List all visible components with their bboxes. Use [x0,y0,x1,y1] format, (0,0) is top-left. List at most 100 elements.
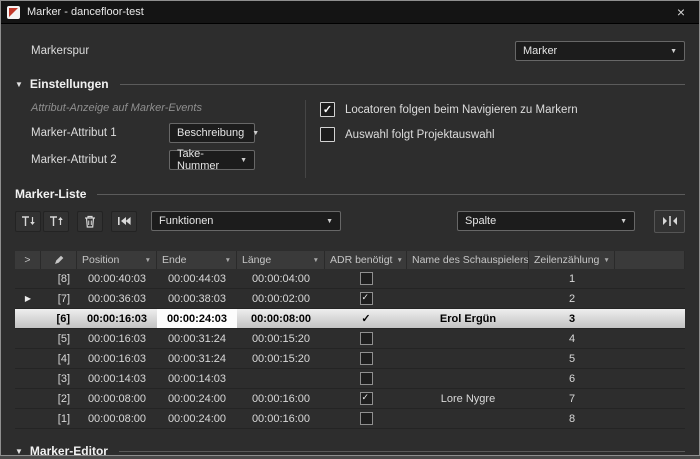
adr-cell[interactable] [325,269,407,288]
laenge-cell[interactable]: 00:00:16:00 [237,389,325,408]
zeilen-cell[interactable]: 4 [529,329,615,348]
laenge-cell[interactable] [237,369,325,388]
name-cell[interactable] [407,269,529,288]
name-cell[interactable] [407,329,529,348]
adr-cell[interactable]: ✓ [325,309,407,328]
adr-checkbox[interactable] [360,392,373,405]
position-cell[interactable]: 00:00:08:00 [77,409,157,428]
zeilen-cell[interactable]: 2 [529,289,615,308]
marker-id-cell[interactable]: [2] [41,389,77,408]
ende-cell[interactable]: 00:00:44:03 [157,269,237,288]
adr-cell[interactable] [325,369,407,388]
sync-selection-button[interactable] [654,210,685,233]
attr2-dropdown[interactable]: Take-Nummer ▼ [169,150,255,170]
add-marker-button[interactable] [15,211,41,232]
column-zeilen[interactable]: Zeilenzählung ▼ [529,251,615,269]
ende-cell[interactable]: 00:00:24:00 [157,389,237,408]
zeilen-cell[interactable]: 5 [529,349,615,368]
locate-marker-button[interactable] [111,211,137,232]
filter-icon[interactable]: ▼ [141,257,151,264]
spalte-dropdown[interactable]: Spalte ▼ [457,211,635,231]
table-row[interactable]: [5]00:00:16:0300:00:31:2400:00:15:20 4 [15,329,685,349]
column-active[interactable]: > [15,251,41,269]
laenge-cell[interactable]: 00:00:15:20 [237,349,325,368]
name-cell[interactable] [407,289,529,308]
position-cell[interactable]: 00:00:16:03 [77,329,157,348]
marker-id-cell[interactable]: [5] [41,329,77,348]
ende-cell[interactable]: 00:00:14:03 [157,369,237,388]
adr-cell[interactable] [325,389,407,408]
adr-checkbox[interactable] [360,352,373,365]
locatoren-checkbox[interactable] [320,102,335,117]
adr-checkbox[interactable] [360,372,373,385]
einstellungen-header[interactable]: ▼ Einstellungen [15,76,685,92]
table-row[interactable]: [2]00:00:08:0000:00:24:0000:00:16:00 Lore… [15,389,685,409]
marker-id-cell[interactable]: [1] [41,409,77,428]
position-cell[interactable]: 00:00:40:03 [77,269,157,288]
ende-cell[interactable]: 00:00:38:03 [157,289,237,308]
zeilen-cell[interactable]: 6 [529,369,615,388]
ende-cell[interactable]: 00:00:24:00 [157,409,237,428]
adr-cell[interactable] [325,329,407,348]
table-row[interactable]: [3]00:00:14:0300:00:14:036 [15,369,685,389]
ende-cell[interactable]: 00:00:24:03 [157,309,237,328]
name-cell[interactable]: Erol Ergün [407,309,529,328]
marker-id-cell[interactable]: [8] [41,269,77,288]
title-bar[interactable]: Marker - dancefloor-test × [1,1,699,24]
auswahl-option-row[interactable]: Auswahl folgt Projektauswahl [320,127,685,142]
add-cycle-marker-button[interactable] [43,211,69,232]
column-laenge[interactable]: Länge ▼ [237,251,325,269]
position-cell[interactable]: 00:00:16:03 [77,309,157,328]
delete-marker-button[interactable] [77,211,103,232]
laenge-cell[interactable]: 00:00:04:00 [237,269,325,288]
laenge-cell[interactable]: 00:00:08:00 [237,309,325,328]
adr-checkbox[interactable] [360,292,373,305]
column-ende[interactable]: Ende ▼ [157,251,237,269]
laenge-cell[interactable]: 00:00:02:00 [237,289,325,308]
adr-cell[interactable] [325,289,407,308]
table-row[interactable]: [4]00:00:16:0300:00:31:2400:00:15:205 [15,349,685,369]
name-cell[interactable] [407,369,529,388]
position-cell[interactable]: 00:00:36:03 [77,289,157,308]
column-position[interactable]: Position ▼ [77,251,157,269]
table-row[interactable]: [1]00:00:08:0000:00:24:0000:00:16:008 [15,409,685,429]
position-cell[interactable]: 00:00:14:03 [77,369,157,388]
zeilen-cell[interactable]: 1 [529,269,615,288]
locatoren-option-row[interactable]: Locatoren folgen beim Navigieren zu Mark… [320,102,685,117]
laenge-cell[interactable]: 00:00:15:20 [237,329,325,348]
collapse-icon[interactable]: ▼ [15,80,23,89]
column-name[interactable]: Name des Schauspielers ▼ [407,251,529,269]
ende-cell[interactable]: 00:00:31:24 [157,349,237,368]
adr-checkbox[interactable] [360,272,373,285]
position-cell[interactable]: 00:00:08:00 [77,389,157,408]
collapse-icon[interactable]: ▼ [15,447,23,456]
zeilen-cell[interactable]: 7 [529,389,615,408]
marker-editor-header[interactable]: ▼ Marker-Editor [15,443,685,459]
table-row-selected[interactable]: [6]00:00:16:0300:00:24:0300:00:08:00✓Ero… [15,309,685,329]
auswahl-checkbox[interactable] [320,127,335,142]
adr-checkbox[interactable] [360,332,373,345]
name-cell[interactable]: Lore Nygre [407,389,529,408]
filter-icon[interactable]: ▼ [221,257,231,264]
zeilen-cell[interactable]: 3 [529,309,615,328]
table-row[interactable]: ▶[7]00:00:36:0300:00:38:0300:00:02:002 [15,289,685,309]
adr-cell[interactable] [325,349,407,368]
laenge-cell[interactable]: 00:00:16:00 [237,409,325,428]
attr1-dropdown[interactable]: Beschreibung ▼ [169,123,255,143]
column-adr[interactable]: ADR benötigt ▼ [325,251,407,269]
filter-icon[interactable]: ▼ [392,257,402,264]
funktionen-dropdown[interactable]: Funktionen ▼ [151,211,341,231]
adr-cell[interactable] [325,409,407,428]
markerspur-dropdown[interactable]: Marker ▼ [515,41,685,61]
filter-icon[interactable]: ▼ [309,257,319,264]
column-edit[interactable] [41,251,77,269]
marker-id-cell[interactable]: [3] [41,369,77,388]
adr-checkbox[interactable] [360,412,373,425]
marker-id-cell[interactable]: [6] [41,309,77,328]
marker-id-cell[interactable]: [4] [41,349,77,368]
filter-icon[interactable]: ▼ [599,257,609,264]
marker-id-cell[interactable]: [7] [41,289,77,308]
close-button[interactable]: × [663,1,699,23]
name-cell[interactable] [407,409,529,428]
ende-cell[interactable]: 00:00:31:24 [157,329,237,348]
